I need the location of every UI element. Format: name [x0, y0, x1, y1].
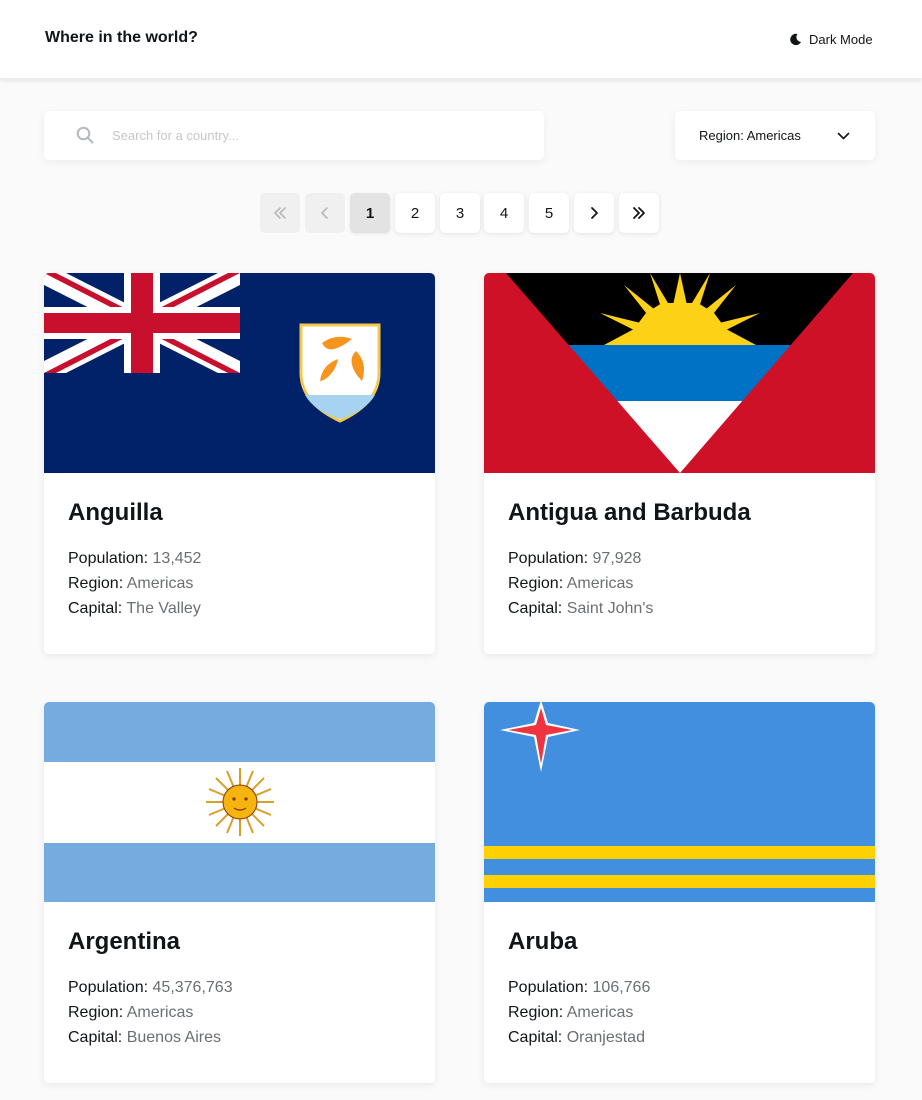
capital-value: Oranjestad — [566, 1029, 645, 1046]
country-facts: Population: 45,376,763 Region: Americas … — [68, 975, 233, 1050]
population-row: Population: 45,376,763 — [68, 975, 233, 1000]
region-value: Americas — [566, 1004, 634, 1021]
population-value: 13,452 — [152, 550, 202, 567]
region-label: Region: — [508, 575, 564, 592]
antigua-and-barbuda-flag-icon — [484, 273, 875, 473]
population-row: Population: 106,766 — [508, 975, 650, 1000]
next-page-button[interactable] — [574, 193, 614, 233]
country-name: Antigua and Barbuda — [508, 499, 751, 526]
population-value: 106,766 — [592, 979, 651, 996]
country-facts: Population: 13,452 Region: Americas Capi… — [68, 546, 201, 621]
chevron-right-icon — [591, 207, 598, 219]
capital-row: Capital: Oranjestad — [508, 1025, 650, 1050]
capital-row: Capital: The Valley — [68, 596, 201, 621]
page-3-button[interactable]: 3 — [440, 193, 480, 233]
country-name: Aruba — [508, 928, 578, 955]
app-title: Where in the world? — [45, 29, 198, 46]
region-filter-select[interactable]: Region: Americas — [675, 111, 875, 160]
population-label: Population: — [508, 979, 589, 996]
region-filter-label: Region: Americas — [699, 128, 801, 143]
last-page-button[interactable] — [619, 193, 659, 233]
capital-row: Capital: Saint John's — [508, 596, 653, 621]
capital-label: Capital: — [68, 1029, 123, 1046]
argentina-flag-icon — [44, 702, 435, 902]
region-label: Region: — [508, 1004, 564, 1021]
region-value: Americas — [126, 1004, 194, 1021]
country-card-anguilla[interactable]: Anguilla Population: 13,452 Region: Amer… — [44, 273, 435, 654]
region-row: Region: Americas — [508, 571, 653, 596]
region-value: Americas — [566, 575, 634, 592]
region-value: Americas — [126, 575, 194, 592]
population-value: 45,376,763 — [152, 979, 233, 996]
country-name: Anguilla — [68, 499, 163, 526]
aruba-flag-icon — [484, 702, 875, 902]
double-chevron-right-icon — [633, 207, 645, 219]
double-chevron-left-icon — [274, 207, 286, 219]
capital-label: Capital: — [508, 1029, 563, 1046]
country-facts: Population: 97,928 Region: Americas Capi… — [508, 546, 653, 621]
top-bar: Where in the world? Dark Mode — [0, 0, 922, 79]
capital-label: Capital: — [68, 600, 123, 617]
capital-label: Capital: — [508, 600, 563, 617]
country-name: Argentina — [68, 928, 181, 955]
chevron-down-icon — [837, 132, 850, 140]
capital-value: Saint John's — [566, 600, 654, 617]
population-value: 97,928 — [592, 550, 642, 567]
region-row: Region: Americas — [68, 571, 201, 596]
population-label: Population: — [508, 550, 589, 567]
page-5-button[interactable]: 5 — [529, 193, 569, 233]
region-label: Region: — [68, 575, 124, 592]
country-card-antigua-and-barbuda[interactable]: Antigua and Barbuda Population: 97,928 R… — [484, 273, 875, 654]
country-card-aruba[interactable]: Aruba Population: 106,766 Region: Americ… — [484, 702, 875, 1083]
search-input[interactable] — [112, 123, 522, 148]
page-2-button[interactable]: 2 — [395, 193, 435, 233]
country-card-argentina[interactable]: Argentina Population: 45,376,763 Region:… — [44, 702, 435, 1083]
search-box — [44, 111, 544, 160]
region-label: Region: — [68, 1004, 124, 1021]
previous-page-button[interactable] — [305, 193, 345, 233]
population-label: Population: — [68, 979, 149, 996]
page-1-button[interactable]: 1 — [350, 193, 390, 233]
capital-value: The Valley — [126, 600, 201, 617]
region-row: Region: Americas — [68, 1000, 233, 1025]
dark-mode-label: Dark Mode — [809, 31, 873, 47]
page-4-button[interactable]: 4 — [484, 193, 524, 233]
country-facts: Population: 106,766 Region: Americas Cap… — [508, 975, 650, 1050]
region-row: Region: Americas — [508, 1000, 650, 1025]
moon-icon — [790, 33, 802, 45]
capital-row: Capital: Buenos Aires — [68, 1025, 233, 1050]
dark-mode-toggle[interactable]: Dark Mode — [789, 31, 873, 47]
population-label: Population: — [68, 550, 149, 567]
search-icon — [76, 126, 94, 144]
chevron-left-icon — [321, 207, 328, 219]
population-row: Population: 13,452 — [68, 546, 201, 571]
capital-value: Buenos Aires — [126, 1029, 221, 1046]
first-page-button[interactable] — [260, 193, 300, 233]
anguilla-flag-icon — [44, 273, 435, 473]
population-row: Population: 97,928 — [508, 546, 653, 571]
